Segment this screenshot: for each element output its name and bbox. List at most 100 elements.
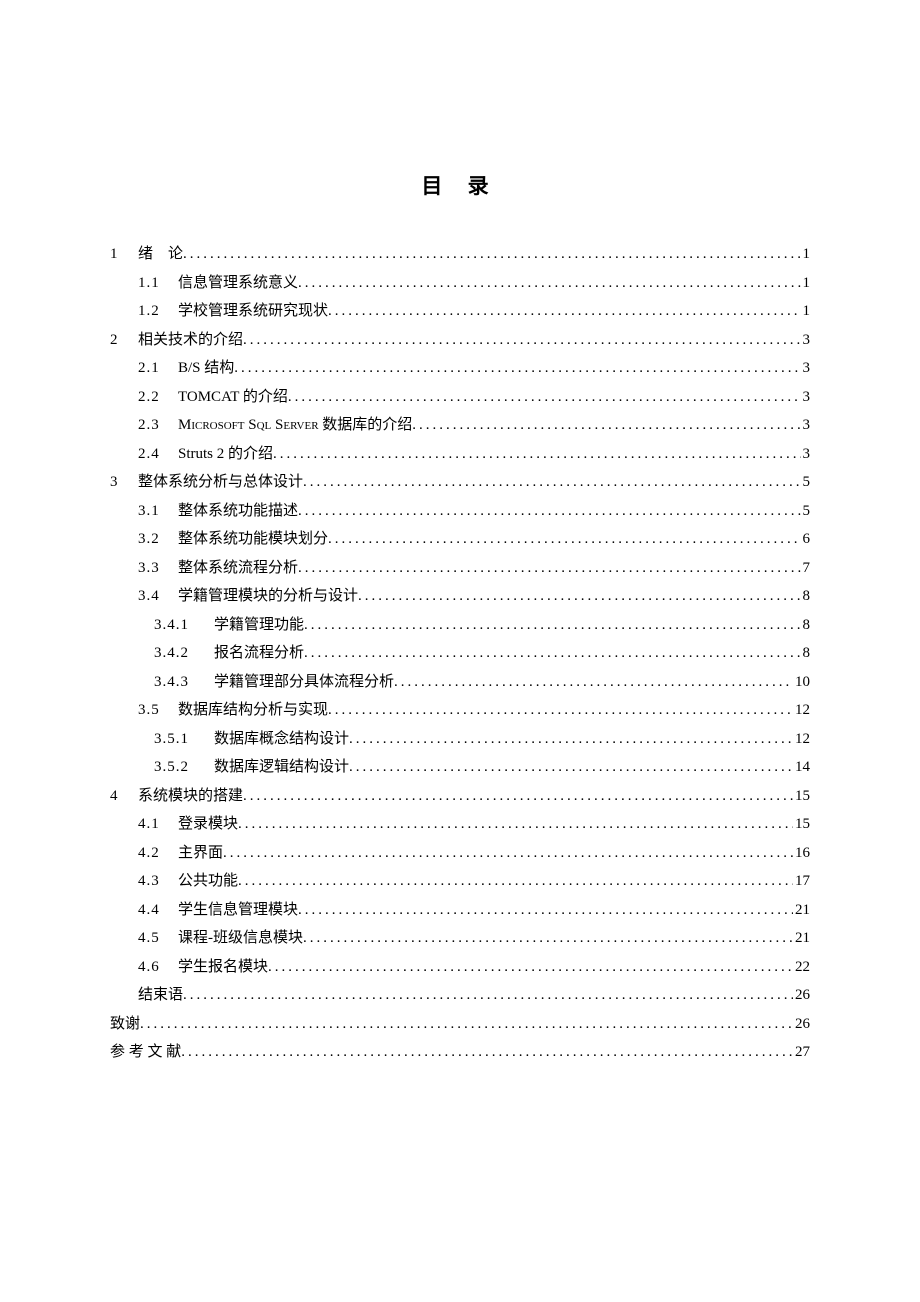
toc-entry-label: 整体系统分析与总体设计 [138,468,303,497]
toc-entry-label: 整体系统功能模块划分 [178,525,328,554]
toc-entry-page: 21 [793,896,810,925]
toc-entry-label: 系统模块的搭建 [138,782,243,811]
toc-leader-dots [273,440,800,469]
toc-entry-number: 2.2 [138,383,178,412]
toc-leader-dots [394,668,793,697]
toc-entry-label: 信息管理系统意义 [178,269,298,298]
toc-leader-dots [243,782,793,811]
toc-entry-page: 1 [801,240,811,269]
toc-entry-number: 4.2 [138,839,178,868]
toc-entry: 1.1信息管理系统意义 1 [110,269,810,298]
toc-entry-page: 16 [793,839,810,868]
toc-entry-page: 21 [793,924,810,953]
toc-entry-label: 致谢 [110,1010,140,1039]
toc-entry: 4.6学生报名模块22 [110,953,810,982]
toc-entry-label: 主界面 [178,839,223,868]
toc-entry: 1.2学校管理系统研究现状1 [110,297,810,326]
toc-leader-dots [358,582,800,611]
toc-leader-dots [412,411,800,440]
toc-entry-page: 6 [801,525,811,554]
toc-entry-label: 报名流程分析 [214,639,304,668]
toc-entry-label: 学校管理系统研究现状 [178,297,328,326]
toc-entry-label: Microsoft Sql Server 数据库的介绍 [178,411,412,440]
toc-entry-number: 4.5 [138,924,178,953]
toc-entry-page: 5 [801,497,811,526]
toc-leader-dots [268,953,793,982]
toc-entry: 3.4.1学籍管理功能8 [110,611,810,640]
toc-entry-page: 8 [801,582,811,611]
toc-leader-dots [303,924,793,953]
toc-leader-dots [234,354,800,383]
toc-entry: 3.1整体系统功能描述5 [110,497,810,526]
toc-entry-number: 3.2 [138,525,178,554]
toc-entry-number: 2.3 [138,411,178,440]
toc-entry-page: 5 [801,468,811,497]
toc-entry-number: 3.5 [138,696,178,725]
toc-entry-number: 3 [110,468,138,497]
toc-entry-page: 12 [793,696,810,725]
toc-entry: 3.4.3学籍管理部分具体流程分析10 [110,668,810,697]
toc-entry-label: Struts 2 的介绍 [178,440,273,469]
toc-leader-dots [298,497,800,526]
toc-leader-dots [181,1038,793,1067]
toc-leader-dots [328,525,800,554]
toc-entry-page: 8 [801,611,811,640]
toc-entry-page: 15 [793,810,810,839]
toc-entry: 3.3整体系统流程分析7 [110,554,810,583]
toc-leader-dots [183,240,800,269]
toc-entry-number: 1.2 [138,297,178,326]
toc-entry: 4系统模块的搭建 15 [110,782,810,811]
toc-entry-number: 2.1 [138,354,178,383]
toc-entry-page: 15 [793,782,810,811]
toc-leader-dots [238,867,793,896]
toc-entry-number: 4.6 [138,953,178,982]
toc-entry-label: 数据库概念结构设计 [214,725,349,754]
toc-leader-dots [349,725,793,754]
toc-entry: 3整体系统分析与总体设计 5 [110,468,810,497]
toc-entry: 3.4学籍管理模块的分析与设计8 [110,582,810,611]
toc-entry-page: 1 [801,269,811,298]
toc-entry: 3.2整体系统功能模块划分 6 [110,525,810,554]
toc-entry-page: 3 [801,383,811,412]
toc-entry-label: 结束语 [138,981,183,1010]
toc-entry: 2.4 Struts 2 的介绍3 [110,440,810,469]
toc-leader-dots [304,611,800,640]
toc-leader-dots [298,896,793,925]
toc-entry-number: 3.5.1 [154,725,214,754]
toc-entry-page: 3 [801,354,811,383]
toc-leader-dots [298,554,800,583]
toc-entry-label: TOMCAT 的介绍 [178,383,288,412]
toc-leader-dots [304,639,800,668]
toc-entry-number: 1 [110,240,138,269]
toc-entry-label: 绪 论 [138,240,183,269]
toc-entry-number: 4.1 [138,810,178,839]
toc-entry-label: 数据库结构分析与实现 [178,696,328,725]
toc-entry-number: 4.4 [138,896,178,925]
toc-entry-number: 3.1 [138,497,178,526]
toc-entry: 2相关技术的介绍3 [110,326,810,355]
toc-entry-page: 12 [793,725,810,754]
toc-entry-page: 10 [793,668,810,697]
toc-entry-number: 3.3 [138,554,178,583]
toc-entry-number: 4 [110,782,138,811]
toc-entry-number: 1.1 [138,269,178,298]
toc-entry-number: 3.4 [138,582,178,611]
toc-entry-number: 3.5.2 [154,753,214,782]
toc-leader-dots [140,1010,793,1039]
toc-entry: 1绪 论1 [110,240,810,269]
toc-entry: 4.4学生信息管理模块21 [110,896,810,925]
toc-leader-dots [288,383,801,412]
toc-entry-page: 14 [793,753,810,782]
toc-entry: 3.5.1数据库概念结构设计 12 [110,725,810,754]
toc-leader-dots [223,839,793,868]
toc-entry-page: 3 [801,326,811,355]
page-title: 目 录 [110,170,810,200]
toc-entry: 参 考 文 献27 [110,1038,810,1067]
toc-entry: 4.5课程-班级信息模块21 [110,924,810,953]
toc-entry: 4.3公共功能17 [110,867,810,896]
toc-entry-number: 2.4 [138,440,178,469]
toc-leader-dots [183,981,793,1010]
toc-entry-label: 公共功能 [178,867,238,896]
toc-entry-page: 26 [793,981,810,1010]
toc-entry: 致谢26 [110,1010,810,1039]
